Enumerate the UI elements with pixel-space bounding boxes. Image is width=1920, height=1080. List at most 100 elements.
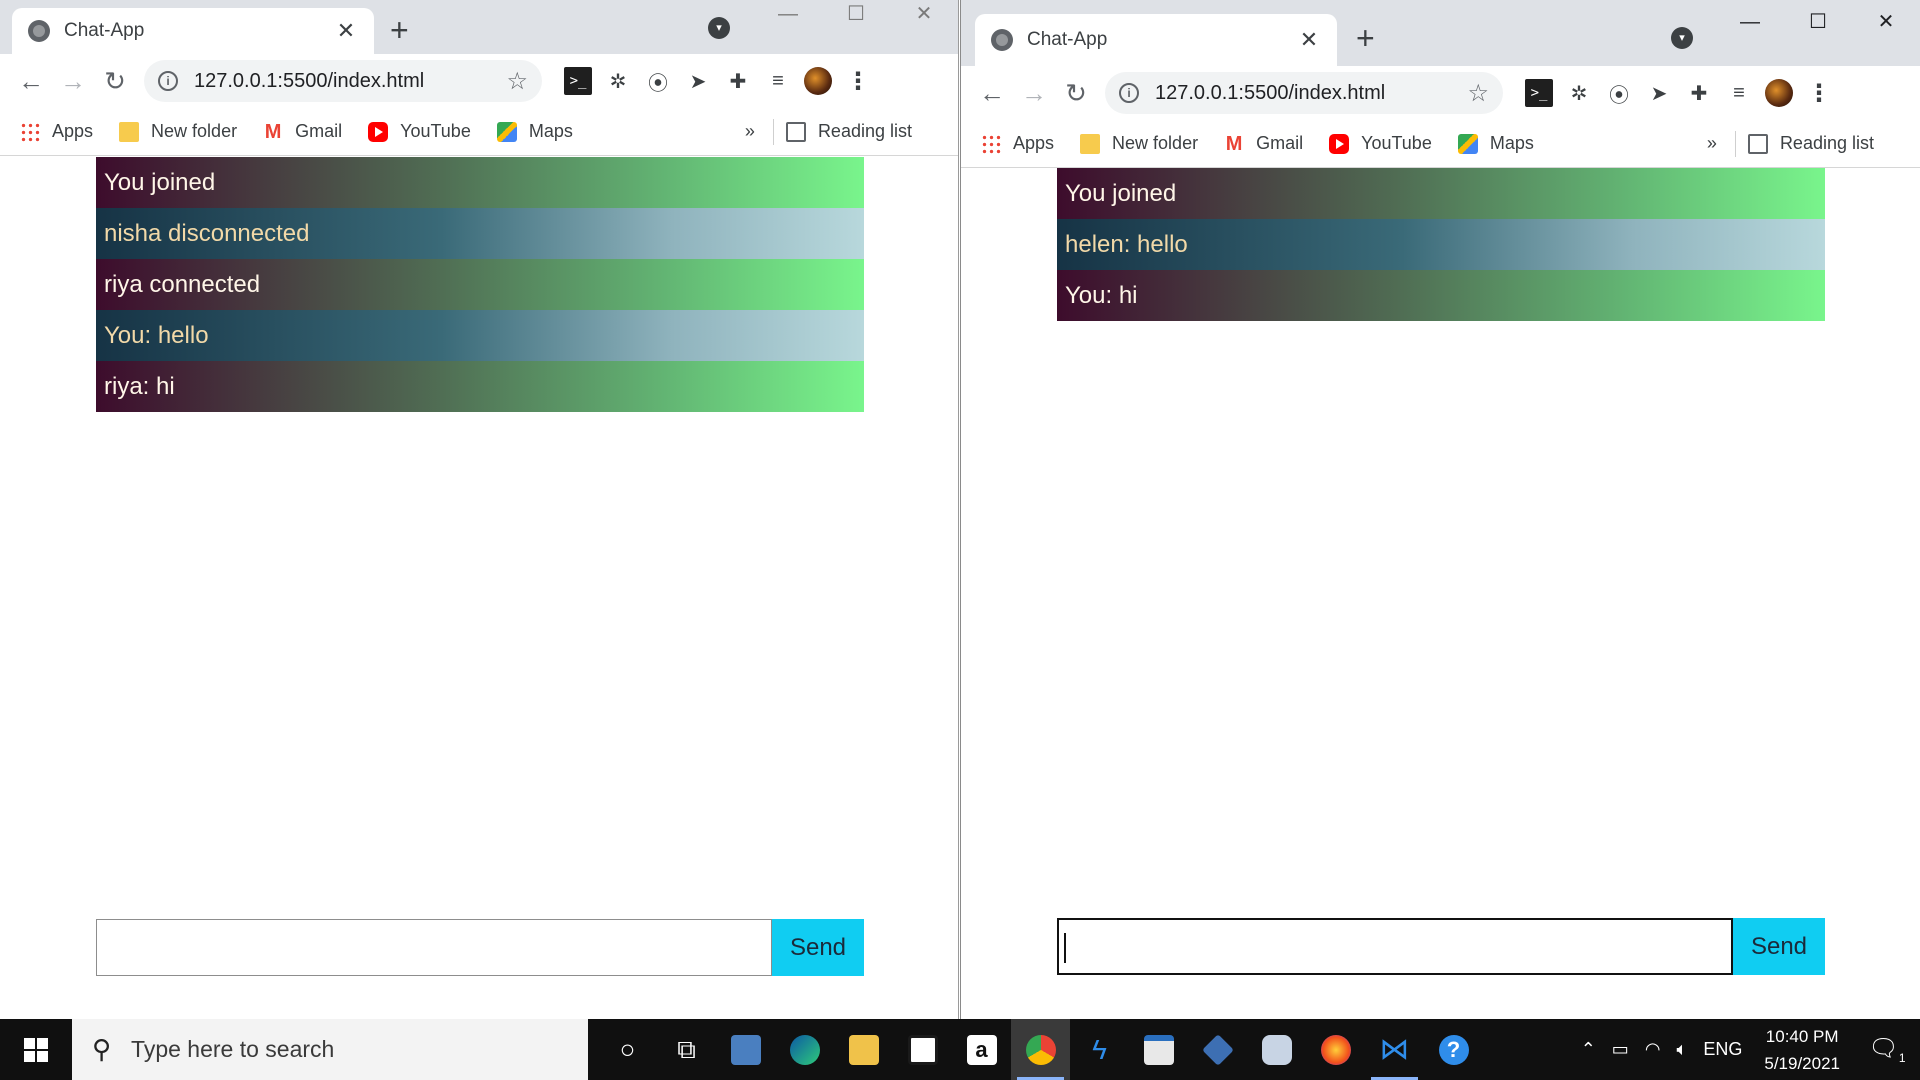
bookmark-maps[interactable]: Maps <box>496 121 573 142</box>
start-button[interactable] <box>0 1019 72 1080</box>
search-icon: ⚲ <box>92 1034 112 1064</box>
database-icon[interactable] <box>1247 1019 1306 1080</box>
reading-list-button[interactable]: Reading list <box>1747 133 1874 154</box>
bookmark-star-icon[interactable]: ☆ <box>506 67 528 96</box>
browser-tab[interactable]: Chat-App ✕ <box>975 14 1337 66</box>
bookmark-star-icon[interactable]: ☆ <box>1467 79 1489 108</box>
tab-strip: Chat-App ✕ + ▾ — ☐ ✕ <box>961 0 1920 66</box>
menu-kebab-icon[interactable]: ⋮ <box>1805 79 1833 107</box>
chat-message: riya connected <box>96 259 864 310</box>
browser-toolbar: ← → ↻ i 127.0.0.1:5500/index.html ☆ >_ ✲… <box>961 66 1920 120</box>
bookmark-maps[interactable]: Maps <box>1457 133 1534 154</box>
clock-time: 10:40 PM <box>1765 1026 1839 1046</box>
volume-icon[interactable]: 🔈︎ <box>1677 1039 1688 1060</box>
cursor-extension-icon[interactable]: ➤ <box>1645 79 1673 107</box>
amazon-icon[interactable]: a <box>952 1019 1011 1080</box>
puzzle-extensions-icon[interactable]: ✚ <box>1685 79 1713 107</box>
bug-extension-icon[interactable]: ✲ <box>604 67 632 95</box>
minimize-icon[interactable]: — <box>1716 8 1784 38</box>
close-window-icon[interactable]: ✕ <box>890 0 958 30</box>
taskbar-search[interactable]: ⚲ Type here to search <box>72 1019 588 1080</box>
reload-icon[interactable]: ↻ <box>94 60 136 102</box>
globe-icon <box>991 29 1013 51</box>
puzzle-extensions-icon[interactable]: ✚ <box>724 67 752 95</box>
tab-search-icon[interactable]: ▾ <box>1671 27 1693 49</box>
reading-list-button[interactable]: Reading list <box>785 121 912 142</box>
firefox-icon[interactable] <box>1306 1019 1365 1080</box>
globe-icon <box>28 20 50 42</box>
back-icon[interactable]: ← <box>10 60 52 102</box>
wifi-icon[interactable]: ◠ <box>1645 1039 1661 1060</box>
chat-message: You: hi <box>1057 270 1825 321</box>
gmail-icon: M <box>264 120 282 143</box>
forward-icon[interactable]: → <box>1013 72 1055 114</box>
maximize-icon[interactable]: ☐ <box>1784 8 1852 38</box>
help-icon[interactable]: ? <box>1424 1019 1483 1080</box>
bookmark-apps[interactable]: Apps <box>20 121 93 142</box>
battery-icon[interactable]: ▭ <box>1612 1039 1629 1060</box>
profile-avatar[interactable] <box>1765 79 1793 107</box>
address-bar[interactable]: i 127.0.0.1:5500/index.html ☆ <box>144 60 542 102</box>
new-tab-button[interactable]: + <box>390 12 409 49</box>
bookmark-gmail[interactable]: M Gmail <box>263 121 342 142</box>
notification-center-icon[interactable]: 🗨︎1 <box>1862 1034 1912 1065</box>
bookmark-youtube[interactable]: YouTube <box>1329 133 1432 154</box>
maximize-icon[interactable]: ☐ <box>822 0 890 30</box>
terminal-extension-icon[interactable]: >_ <box>1525 79 1553 107</box>
info-icon[interactable]: i <box>158 71 178 91</box>
chat-message: nisha disconnected <box>96 208 864 259</box>
virtualbox-icon[interactable] <box>1188 1019 1247 1080</box>
info-icon[interactable]: i <box>1119 83 1139 103</box>
code-extension-icon[interactable]: ⦿ <box>644 67 672 95</box>
close-tab-icon[interactable]: ✕ <box>334 18 358 44</box>
new-tab-button[interactable]: + <box>1356 20 1375 57</box>
task-view-icon[interactable]: ⧉ <box>657 1019 716 1080</box>
desktop-app-icon[interactable] <box>716 1019 775 1080</box>
bug-extension-icon[interactable]: ✲ <box>1565 79 1593 107</box>
media-control-icon[interactable]: ≡ <box>1725 79 1753 107</box>
browser-tab[interactable]: Chat-App ✕ <box>12 8 374 54</box>
back-icon[interactable]: ← <box>971 72 1013 114</box>
vscode-icon[interactable]: ⋈ <box>1365 1019 1424 1080</box>
browser-toolbar: ← → ↻ i 127.0.0.1:5500/index.html ☆ >_ ✲… <box>0 54 958 108</box>
tab-search-icon[interactable]: ▾ <box>708 17 730 39</box>
media-control-icon[interactable]: ≡ <box>764 67 792 95</box>
send-button[interactable]: Send <box>1733 918 1825 975</box>
reload-icon[interactable]: ↻ <box>1055 72 1097 114</box>
edge-icon[interactable] <box>775 1019 834 1080</box>
code-extension-icon[interactable]: ⦿ <box>1605 79 1633 107</box>
clock[interactable]: 10:40 PM 5/19/2021 <box>1764 1023 1840 1077</box>
bookmark-new-folder[interactable]: New folder <box>1080 133 1198 154</box>
forward-icon[interactable]: → <box>52 60 94 102</box>
close-tab-icon[interactable]: ✕ <box>1297 27 1321 53</box>
more-bookmarks-button[interactable]: » <box>1707 133 1717 154</box>
extensions: >_ ✲ ⦿ ➤ ✚ ≡ ⋮ <box>558 67 878 95</box>
cortana-icon[interactable]: ○ <box>598 1019 657 1080</box>
bookmark-apps[interactable]: Apps <box>981 133 1054 154</box>
message-input[interactable] <box>96 919 772 976</box>
folder-icon <box>119 121 140 142</box>
bookmark-gmail[interactable]: M Gmail <box>1224 133 1303 154</box>
power-automate-icon[interactable]: ϟ <box>1070 1019 1129 1080</box>
send-button[interactable]: Send <box>772 919 864 976</box>
close-window-icon[interactable]: ✕ <box>1852 8 1920 38</box>
address-bar[interactable]: i 127.0.0.1:5500/index.html ☆ <box>1105 72 1503 114</box>
more-bookmarks-button[interactable]: » <box>745 121 755 142</box>
menu-kebab-icon[interactable]: ⋮ <box>844 67 872 95</box>
profile-avatar[interactable] <box>804 67 832 95</box>
cursor-extension-icon[interactable]: ➤ <box>684 67 712 95</box>
bookmark-new-folder[interactable]: New folder <box>119 121 237 142</box>
window-app-icon[interactable] <box>1129 1019 1188 1080</box>
store-icon[interactable] <box>893 1019 952 1080</box>
language-indicator[interactable]: ENG <box>1703 1039 1742 1060</box>
divider <box>772 118 774 145</box>
terminal-extension-icon[interactable]: >_ <box>564 67 592 95</box>
url-text[interactable]: 127.0.0.1:5500/index.html <box>1155 82 1467 105</box>
bookmark-youtube[interactable]: YouTube <box>368 121 471 142</box>
message-input[interactable] <box>1057 918 1733 975</box>
chrome-icon[interactable] <box>1011 1019 1070 1080</box>
chevron-up-icon[interactable]: ⌃ <box>1581 1039 1596 1060</box>
file-explorer-icon[interactable] <box>834 1019 893 1080</box>
minimize-icon[interactable]: — <box>754 0 822 30</box>
url-text[interactable]: 127.0.0.1:5500/index.html <box>194 70 506 93</box>
